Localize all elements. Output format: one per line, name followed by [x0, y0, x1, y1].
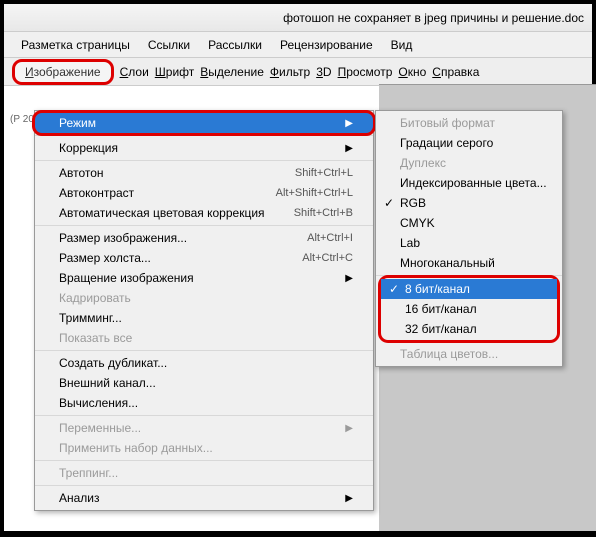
menu-analysis[interactable]: Анализ▶	[35, 488, 373, 508]
mode-32bit[interactable]: 32 бит/канал	[381, 319, 557, 339]
menu-window[interactable]: Окно	[398, 65, 426, 79]
mode-submenu: Битовый формат Градации серого Дуплекс И…	[375, 110, 563, 367]
mode-grayscale[interactable]: Градации серого	[376, 133, 562, 153]
menu-help[interactable]: Справка	[432, 65, 479, 79]
menu-variables: Переменные...▶	[35, 418, 373, 438]
menu-image[interactable]: Изображение	[12, 59, 114, 85]
menu-3d[interactable]: 3D	[316, 65, 331, 79]
menu-trap: Треппинг...	[35, 463, 373, 483]
menu-view[interactable]: Вид	[382, 36, 422, 54]
mode-16bit[interactable]: 16 бит/канал	[381, 299, 557, 319]
menu-filter[interactable]: Фильтр	[270, 65, 310, 79]
side-panel-text: (Р 20	[10, 114, 34, 125]
menu-correction[interactable]: Коррекция ▶	[35, 138, 373, 158]
menu-font[interactable]: Шрифт	[155, 65, 194, 79]
mode-duotone: Дуплекс	[376, 153, 562, 173]
menu-mailings[interactable]: Рассылки	[199, 36, 271, 54]
menu-links[interactable]: Ссылки	[139, 36, 199, 54]
menu-autotone[interactable]: АвтотонShift+Ctrl+L	[35, 163, 373, 183]
menu-correction-label: Коррекция	[59, 141, 118, 155]
menu-image-label: зображение	[34, 65, 101, 79]
document-title: фотошоп не сохраняет в jpeg причины и ре…	[283, 11, 584, 25]
menu-dataset: Применить набор данных...	[35, 438, 373, 458]
mode-8bit[interactable]: 8 бит/канал	[381, 279, 557, 299]
menu-mode[interactable]: Режим ▶	[32, 110, 376, 136]
mode-rgb[interactable]: RGB	[376, 193, 562, 213]
menu-trim[interactable]: Тримминг...	[35, 308, 373, 328]
ps-menubar: Изображение Слои Шрифт Выделение Фильтр …	[4, 58, 592, 86]
menu-calculations[interactable]: Вычисления...	[35, 393, 373, 413]
submenu-arrow-icon: ▶	[345, 423, 353, 434]
titlebar: фотошоп не сохраняет в jpeg причины и ре…	[4, 4, 592, 32]
menu-select[interactable]: Выделение	[200, 65, 264, 79]
menu-view2[interactable]: Просмотр	[338, 65, 393, 79]
menu-imagesize[interactable]: Размер изображения...Alt+Ctrl+I	[35, 228, 373, 248]
menu-autocontrast[interactable]: АвтоконтрастAlt+Shift+Ctrl+L	[35, 183, 373, 203]
menu-applyimage[interactable]: Внешний канал...	[35, 373, 373, 393]
submenu-arrow-icon: ▶	[345, 143, 353, 154]
menu-revealall: Показать все	[35, 328, 373, 348]
menu-autocolor[interactable]: Автоматическая цветовая коррекцияShift+C…	[35, 203, 373, 223]
mode-cmyk[interactable]: CMYK	[376, 213, 562, 233]
word-menubar: Разметка страницы Ссылки Рассылки Реценз…	[4, 32, 592, 58]
submenu-arrow-icon: ▶	[345, 493, 353, 504]
menu-canvassize[interactable]: Размер холста...Alt+Ctrl+C	[35, 248, 373, 268]
image-dropdown: Режим ▶ Коррекция ▶ АвтотонShift+Ctrl+L …	[34, 110, 374, 511]
submenu-arrow-icon: ▶	[345, 273, 353, 284]
mode-multichannel[interactable]: Многоканальный	[376, 253, 562, 273]
menu-crop: Кадрировать	[35, 288, 373, 308]
submenu-arrow-icon: ▶	[345, 118, 353, 129]
menu-layers[interactable]: Слои	[120, 65, 149, 79]
menu-rotation[interactable]: Вращение изображения▶	[35, 268, 373, 288]
mode-lab[interactable]: Lab	[376, 233, 562, 253]
mode-colortable: Таблица цветов...	[376, 344, 562, 364]
menu-layout[interactable]: Разметка страницы	[12, 36, 139, 54]
menu-review[interactable]: Рецензирование	[271, 36, 382, 54]
menu-mode-label: Режим	[59, 116, 96, 130]
mode-indexed[interactable]: Индексированные цвета...	[376, 173, 562, 193]
bit-depth-group: 8 бит/канал 16 бит/канал 32 бит/канал	[378, 275, 560, 343]
mode-bitmap: Битовый формат	[376, 113, 562, 133]
menu-duplicate[interactable]: Создать дубликат...	[35, 353, 373, 373]
